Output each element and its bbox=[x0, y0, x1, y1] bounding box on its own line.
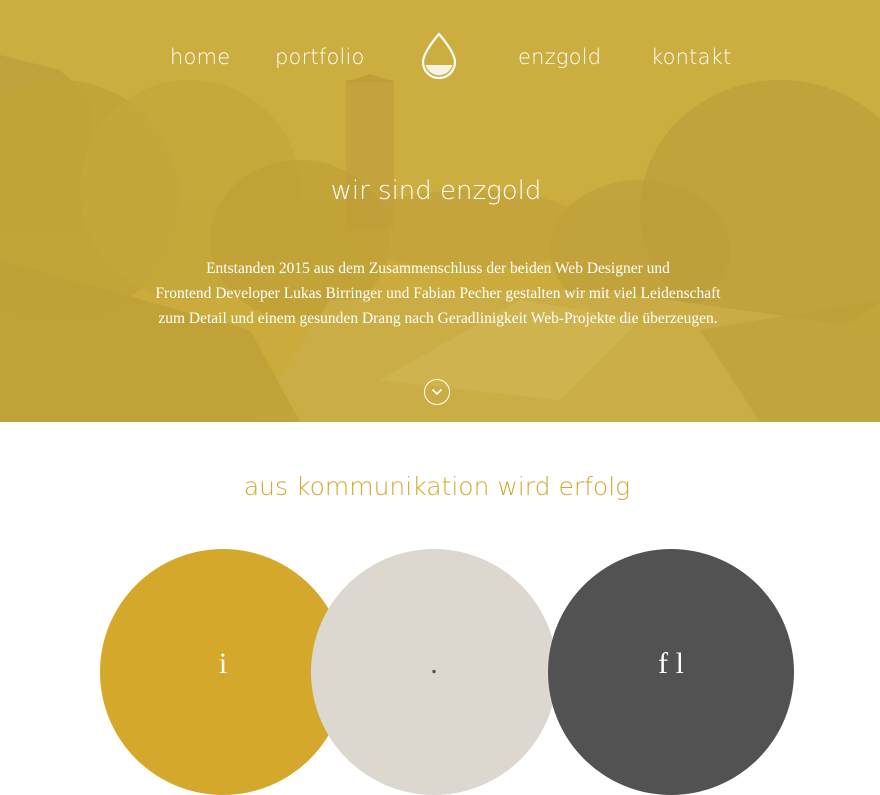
feature-circle-label: . bbox=[430, 647, 438, 680]
feature-circle-2: . bbox=[311, 549, 557, 795]
hero-intro-line-2: Frontend Developer Lukas Birringer und F… bbox=[155, 285, 721, 302]
nav-portfolio-link[interactable]: portfolio bbox=[275, 40, 365, 74]
hero-section: home portfolio enzgold kontakt wir sind … bbox=[0, 0, 880, 422]
hero-intro-text: Entstanden 2015 aus dem Zusammenschluss … bbox=[120, 256, 756, 331]
nav-enzgold-link[interactable]: enzgold bbox=[518, 40, 601, 74]
chevron-down-icon bbox=[431, 388, 443, 396]
nav-kontakt-link[interactable]: kontakt bbox=[651, 40, 731, 74]
section-title: aus kommunikation wird erfolg bbox=[243, 472, 631, 501]
feature-circle-label: f l bbox=[658, 647, 684, 680]
hero-intro-line-1: Entstanden 2015 aus dem Zusammenschluss … bbox=[206, 260, 670, 277]
feature-circle-label: i bbox=[218, 647, 228, 680]
feature-circle-1: i bbox=[100, 549, 346, 795]
nav-home-link[interactable]: home bbox=[170, 40, 230, 74]
scroll-down-button[interactable] bbox=[424, 379, 450, 405]
feature-circle-3: f l bbox=[548, 549, 794, 795]
hero-title: wir sind enzgold bbox=[330, 176, 542, 206]
drop-logo-icon[interactable] bbox=[419, 31, 459, 81]
hero-intro-line-3: zum Detail und einem gesunden Drang nach… bbox=[158, 310, 718, 327]
